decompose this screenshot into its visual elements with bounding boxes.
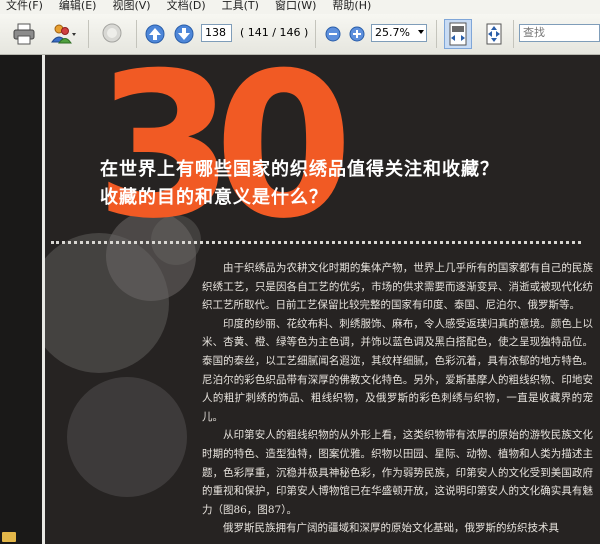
paragraph: 俄罗斯民族拥有广阔的疆域和深厚的原始文化基础，俄罗斯的纺织技术具 bbox=[223, 522, 559, 535]
previous-page-button[interactable] bbox=[144, 22, 166, 46]
fit-page-icon bbox=[486, 23, 502, 45]
menu-view[interactable]: 视图(V) bbox=[112, 0, 150, 12]
arrow-up-icon bbox=[145, 24, 165, 44]
toolbar-separator bbox=[88, 20, 89, 48]
paragraph: 印度的纱丽、花纹布料、刺绣服饰、麻布，令人感受返璞归真的意境。颜色上以米、杏黄、… bbox=[202, 317, 593, 423]
navigation-panel bbox=[0, 55, 42, 544]
decorative-circle bbox=[67, 377, 187, 497]
fit-width-button[interactable] bbox=[444, 19, 472, 49]
fit-width-icon bbox=[449, 22, 467, 46]
menu-window[interactable]: 窗口(W) bbox=[275, 0, 316, 12]
paragraph: 由于织绣品为农耕文化时期的集体产物，世界上几乎所有的国家都有自己的民族织绣工艺，… bbox=[202, 262, 593, 312]
menu-file[interactable]: 文件(F) bbox=[6, 0, 43, 12]
menu-tools[interactable]: 工具(T) bbox=[222, 0, 259, 12]
page-count: ( 141 / 146 ) bbox=[240, 26, 309, 39]
heading-line: 收藏的目的和意义是什么？ bbox=[100, 187, 328, 208]
print-button[interactable] bbox=[10, 22, 38, 46]
next-page-button[interactable] bbox=[173, 22, 195, 46]
menu-bar: 文件(F) 编辑(E) 视图(V) 文档(D) 工具(T) 窗口(W) 帮助(H… bbox=[0, 0, 600, 14]
toolbar-separator bbox=[513, 20, 514, 48]
menu-document[interactable]: 文档(D) bbox=[167, 0, 206, 12]
printer-icon bbox=[13, 23, 35, 45]
arrow-down-icon bbox=[174, 24, 194, 44]
minus-circle-icon bbox=[325, 26, 341, 42]
folder-icon[interactable] bbox=[2, 532, 16, 542]
heading-line: 在世界上有哪些国家的织绣品值得关注和收藏？ bbox=[100, 159, 499, 180]
toolbar-separator bbox=[315, 20, 316, 48]
search-input[interactable]: 查找 bbox=[519, 24, 600, 42]
zoom-in-button[interactable] bbox=[347, 22, 367, 46]
toolbar-separator bbox=[136, 20, 137, 48]
chevron-down-icon bbox=[418, 30, 424, 34]
people-icon bbox=[51, 24, 76, 44]
chapter-number: 30 bbox=[95, 55, 353, 263]
body-text: 由于织绣品为农耕文化时期的集体产物，世界上几乎所有的国家都有自己的民族织绣工艺，… bbox=[202, 259, 593, 538]
zoom-out-button[interactable] bbox=[323, 22, 343, 46]
dotted-divider bbox=[51, 241, 581, 244]
speech-bubble-icon bbox=[102, 23, 122, 43]
plus-circle-icon bbox=[349, 26, 365, 42]
toolbar: 138 ( 141 / 146 ) 25.7% 查找 bbox=[0, 14, 600, 55]
menu-help[interactable]: 帮助(H) bbox=[332, 0, 371, 12]
menu-edit[interactable]: 编辑(E) bbox=[59, 0, 97, 12]
zoom-level-value: 25.7% bbox=[375, 26, 410, 39]
page-number-input[interactable]: 138 bbox=[201, 24, 232, 42]
paragraph: 从印第安人的粗线织物的从外形上看，这类织物带有浓厚的原始的游牧民族文化时期的特色… bbox=[202, 429, 593, 516]
collaborate-button[interactable] bbox=[46, 22, 80, 46]
document-page: 30 在世界上有哪些国家的织绣品值得关注和收藏？ 收藏的目的和意义是什么？ 由于… bbox=[45, 55, 600, 544]
fit-page-button[interactable] bbox=[482, 22, 506, 46]
page-heading: 在世界上有哪些国家的织绣品值得关注和收藏？ 收藏的目的和意义是什么？ bbox=[100, 156, 600, 212]
zoom-level-select[interactable]: 25.7% bbox=[371, 24, 427, 42]
toolbar-separator bbox=[436, 20, 437, 48]
comment-button[interactable] bbox=[98, 22, 126, 46]
